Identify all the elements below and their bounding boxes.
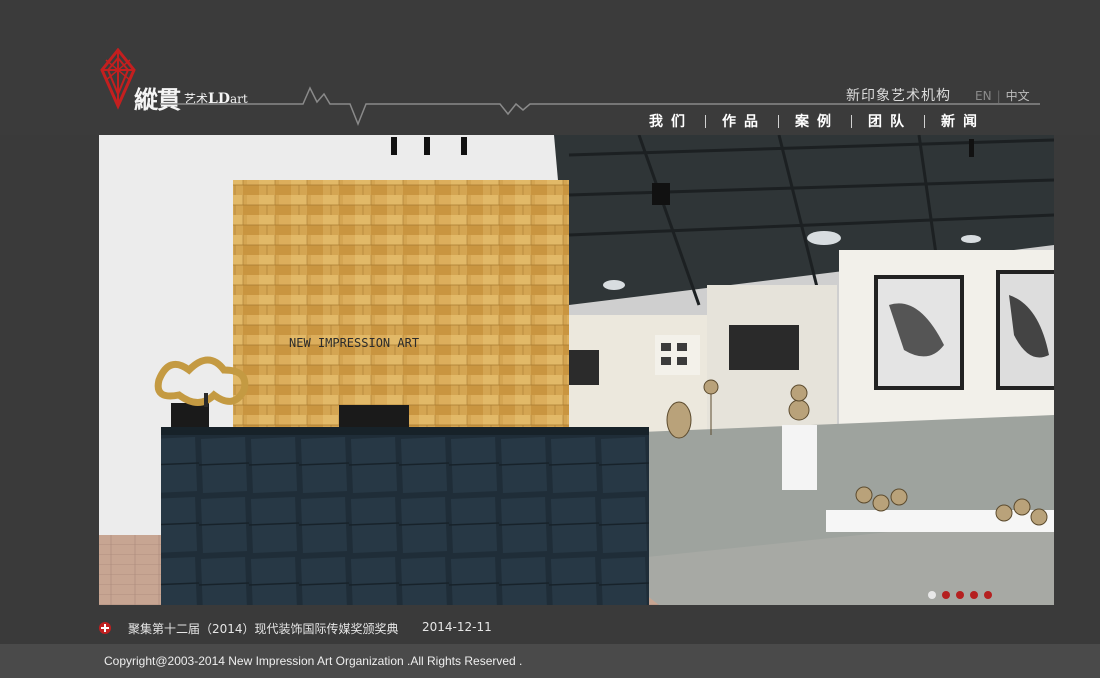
site-header: 縱貫 艺术LDart 新印象艺术机构 EN | 中文 我们 作品 案例 团队 新闻 xyxy=(0,0,1100,135)
site-footer: Copyright@2003-2014 New Impression Art O… xyxy=(0,644,1100,678)
copyright-text: Copyright@2003-2014 New Impression Art O… xyxy=(104,654,523,668)
nav-item-team[interactable]: 团队 xyxy=(852,111,924,131)
nav-item-about[interactable]: 我们 xyxy=(633,111,705,131)
slide-dot-5[interactable] xyxy=(984,591,992,599)
hero-slideshow[interactable]: NEW IMPRESSION ART xyxy=(99,135,1054,605)
site-tagline: 新印象艺术机构 xyxy=(846,88,951,104)
latest-news: 聚集第十二届（2014）现代装饰国际传媒奖颁奖典 2014-12-11 xyxy=(99,620,1054,640)
main-nav: 我们 作品 案例 团队 新闻 xyxy=(633,112,997,130)
news-title-link[interactable]: 聚集第十二届（2014）现代装饰国际传媒奖颁奖典 xyxy=(128,620,399,637)
news-plus-icon xyxy=(99,622,111,634)
slide-dot-3[interactable] xyxy=(956,591,964,599)
wall-sign-text: NEW IMPRESSION ART xyxy=(289,336,419,350)
nav-item-news[interactable]: 新闻 xyxy=(925,111,997,131)
news-date: 2014-12-11 xyxy=(422,620,492,634)
lang-en-link[interactable]: EN xyxy=(975,89,992,103)
slide-dot-2[interactable] xyxy=(942,591,950,599)
slide-dot-4[interactable] xyxy=(970,591,978,599)
slideshow-pagination xyxy=(928,591,992,599)
hero-gallery-image: NEW IMPRESSION ART xyxy=(99,135,1054,605)
lang-zh-link[interactable]: 中文 xyxy=(1006,89,1030,103)
slide-dot-1[interactable] xyxy=(928,591,936,599)
nav-item-works[interactable]: 作品 xyxy=(706,111,778,131)
nav-item-cases[interactable]: 案例 xyxy=(779,111,851,131)
language-switcher: EN | 中文 xyxy=(975,87,1030,104)
lang-separator: | xyxy=(996,89,1001,103)
